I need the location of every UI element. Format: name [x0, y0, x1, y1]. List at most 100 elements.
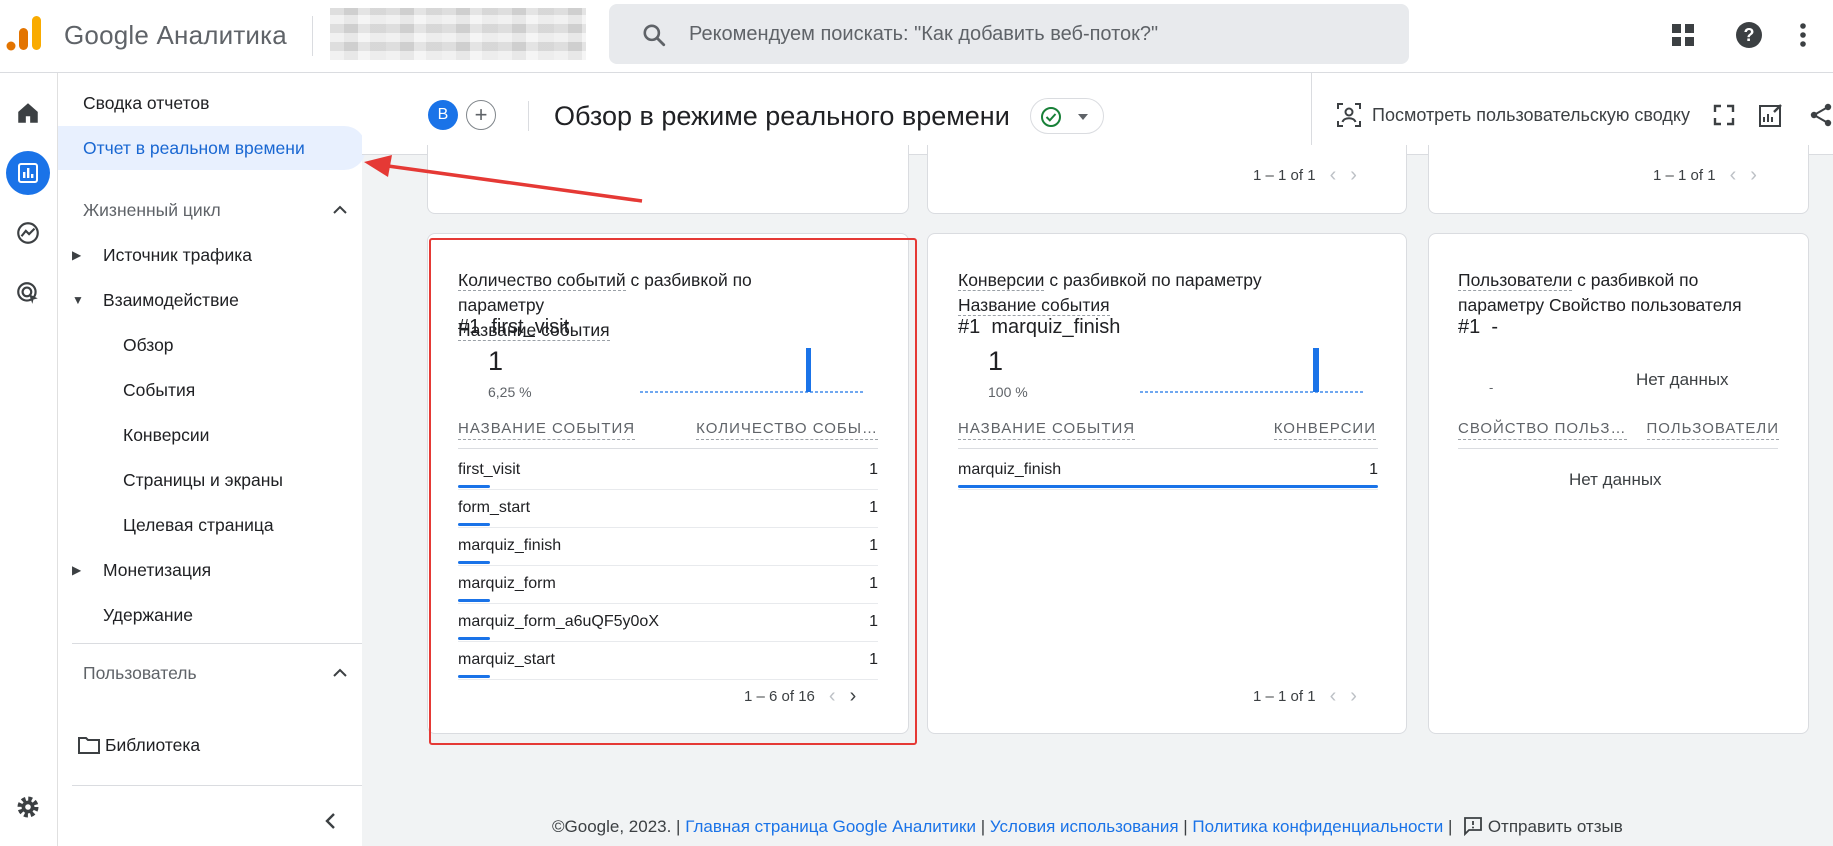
table-row[interactable]: marquiz_finish 1	[458, 528, 878, 566]
search-bar[interactable]: Рекомендуем поискать: "Как добавить веб-…	[609, 4, 1409, 64]
nav-divider	[72, 785, 362, 786]
share-icon[interactable]	[1808, 102, 1833, 128]
add-comparison-button[interactable]: +	[466, 100, 496, 130]
footer-terms-link[interactable]: Условия использования	[990, 817, 1179, 836]
row-proportion-bar	[458, 561, 490, 564]
nav-conversions[interactable]: Конверсии	[58, 413, 362, 457]
feedback-button[interactable]: Отправить отзыв	[1463, 817, 1623, 837]
sparkline-bar	[806, 348, 811, 392]
column-header-metric[interactable]: КОЛИЧЕСТВО СОБЫ…	[696, 420, 878, 440]
chevron-right-icon[interactable]: ›	[1350, 685, 1357, 708]
table-header-line	[958, 448, 1378, 449]
status-chip[interactable]	[1030, 98, 1104, 134]
chevron-left-icon[interactable]: ‹	[1730, 164, 1737, 187]
row-proportion-bar	[458, 523, 490, 526]
row-name: marquiz_start	[458, 651, 555, 668]
chevron-up-icon	[333, 205, 347, 214]
admin-settings-button[interactable]	[6, 785, 50, 829]
metric-value: 1	[488, 346, 504, 376]
card-title: Пользователи с разбивкой по параметру Св…	[1458, 270, 1742, 315]
row-proportion-bar	[458, 637, 490, 640]
nav-acquisition[interactable]: ▶ Источник трафика	[58, 233, 362, 277]
nav-library[interactable]: Библиотека	[58, 723, 362, 767]
chevron-left-icon[interactable]: ‹	[1330, 164, 1337, 187]
nav-engagement-overview[interactable]: Обзор	[58, 323, 362, 367]
chart-no-data: Нет данных	[1636, 370, 1729, 389]
table-row[interactable]: marquiz_start 1	[458, 642, 878, 680]
view-user-snapshot-button[interactable]: Посмотреть пользовательскую сводку	[1372, 105, 1690, 126]
sparkline-chart	[1140, 348, 1364, 393]
nav-events[interactable]: События	[58, 368, 362, 412]
caret-right-icon: ▶	[72, 563, 82, 577]
caret-down-icon: ▼	[72, 293, 84, 307]
top-item: #1 marquiz_finish	[958, 316, 1121, 338]
explore-icon	[17, 222, 39, 244]
svg-text:?: ?	[1744, 25, 1755, 45]
row-name: form_start	[458, 499, 531, 516]
table-header-line	[1458, 448, 1778, 449]
footer-privacy-link[interactable]: Политика конфиденциальности	[1192, 817, 1443, 836]
chevron-right-icon[interactable]: ›	[850, 685, 857, 708]
chevron-left-icon[interactable]: ‹	[829, 685, 836, 708]
table-row[interactable]: marquiz_finish 1	[958, 452, 1378, 490]
footer-home-link[interactable]: Главная страница Google Аналитики	[685, 817, 976, 836]
metric-value: 1	[988, 346, 1004, 376]
top-item: #1 -	[1458, 316, 1499, 338]
metric-value: -	[1489, 380, 1494, 395]
more-vert-icon[interactable]	[1788, 20, 1818, 50]
nav-engagement[interactable]: ▼ Взаимодействие	[58, 278, 362, 322]
top-app-bar: Google Аналитика Рекомендуем поискать: "…	[0, 0, 1833, 73]
column-header-dimension[interactable]: НАЗВАНИЕ СОБЫТИЯ	[958, 420, 1136, 440]
home-icon	[18, 103, 38, 123]
title-divider	[312, 16, 313, 56]
pager: 1 – 1 of 1 ‹ ›	[1253, 164, 1357, 187]
chevron-left-icon[interactable]: ‹	[1330, 685, 1337, 708]
row-proportion-bar	[458, 599, 490, 602]
row-value: 1	[1369, 461, 1378, 478]
feedback-icon	[1464, 817, 1482, 837]
edit-report-icon[interactable]	[1758, 102, 1784, 128]
chevron-right-icon[interactable]: ›	[1750, 164, 1757, 187]
table-row[interactable]: marquiz_form 1	[458, 566, 878, 604]
column-header-metric[interactable]: ПОЛЬЗОВАТЕЛИ	[1646, 420, 1779, 440]
bar-chart-icon	[18, 163, 38, 183]
chevron-right-icon[interactable]: ›	[1350, 164, 1357, 187]
nav-section-user[interactable]: Пользователь	[58, 651, 362, 695]
header-tools: Посмотреть пользовательскую сводку	[1311, 73, 1833, 155]
column-header-dimension[interactable]: СВОЙСТВО ПОЛЬЗ…	[1458, 420, 1627, 440]
column-header-metric[interactable]: КОНВЕРСИИ	[1273, 420, 1376, 440]
column-header-dimension[interactable]: НАЗВАНИЕ СОБЫТИЯ	[458, 420, 636, 440]
table-row[interactable]: form_start 1	[458, 490, 878, 528]
reports-button[interactable]	[6, 151, 50, 195]
row-value: 1	[869, 651, 878, 668]
gear-icon	[17, 796, 39, 818]
collapse-nav-icon[interactable]	[320, 810, 342, 832]
card-partial: 1 – 1 of 1 ‹ ›	[1428, 145, 1809, 214]
row-divider	[958, 489, 1378, 490]
explore-button[interactable]	[6, 211, 50, 255]
nav-retention[interactable]: Удержание	[58, 593, 362, 637]
comparison-avatar[interactable]: B	[428, 100, 458, 130]
row-name: marquiz_finish	[458, 537, 562, 554]
metric-percent: 6,25 %	[488, 384, 532, 400]
page-title: Обзор в режиме реального времени	[554, 101, 1010, 131]
metric-percent: 100 %	[988, 384, 1028, 400]
nav-pages-screens[interactable]: Страницы и экраны	[58, 458, 362, 502]
nav-realtime-report[interactable]: Отчет в реальном времени	[58, 126, 366, 170]
table-row[interactable]: marquiz_form_a6uQF5y0oX 1	[458, 604, 878, 642]
nav-section-lifecycle[interactable]: Жизненный цикл	[58, 188, 362, 232]
row-proportion-bar	[958, 485, 1378, 488]
home-button[interactable]	[6, 91, 50, 135]
fullscreen-icon[interactable]	[1712, 103, 1736, 127]
advertising-button[interactable]	[6, 271, 50, 315]
caret-right-icon: ▶	[72, 248, 82, 262]
nav-landing-page[interactable]: Целевая страница	[58, 503, 362, 547]
table-row[interactable]: first_visit 1	[458, 452, 878, 490]
google-analytics-logo-icon[interactable]	[6, 14, 42, 52]
user-snapshot-icon	[1337, 103, 1361, 127]
apps-grid-icon[interactable]	[1668, 20, 1698, 50]
nav-monetization[interactable]: ▶ Монетизация	[58, 548, 362, 592]
nav-report-summary[interactable]: Сводка отчетов	[58, 81, 362, 125]
help-icon[interactable]: ?	[1734, 20, 1764, 50]
account-selector-blurred[interactable]	[330, 8, 586, 60]
